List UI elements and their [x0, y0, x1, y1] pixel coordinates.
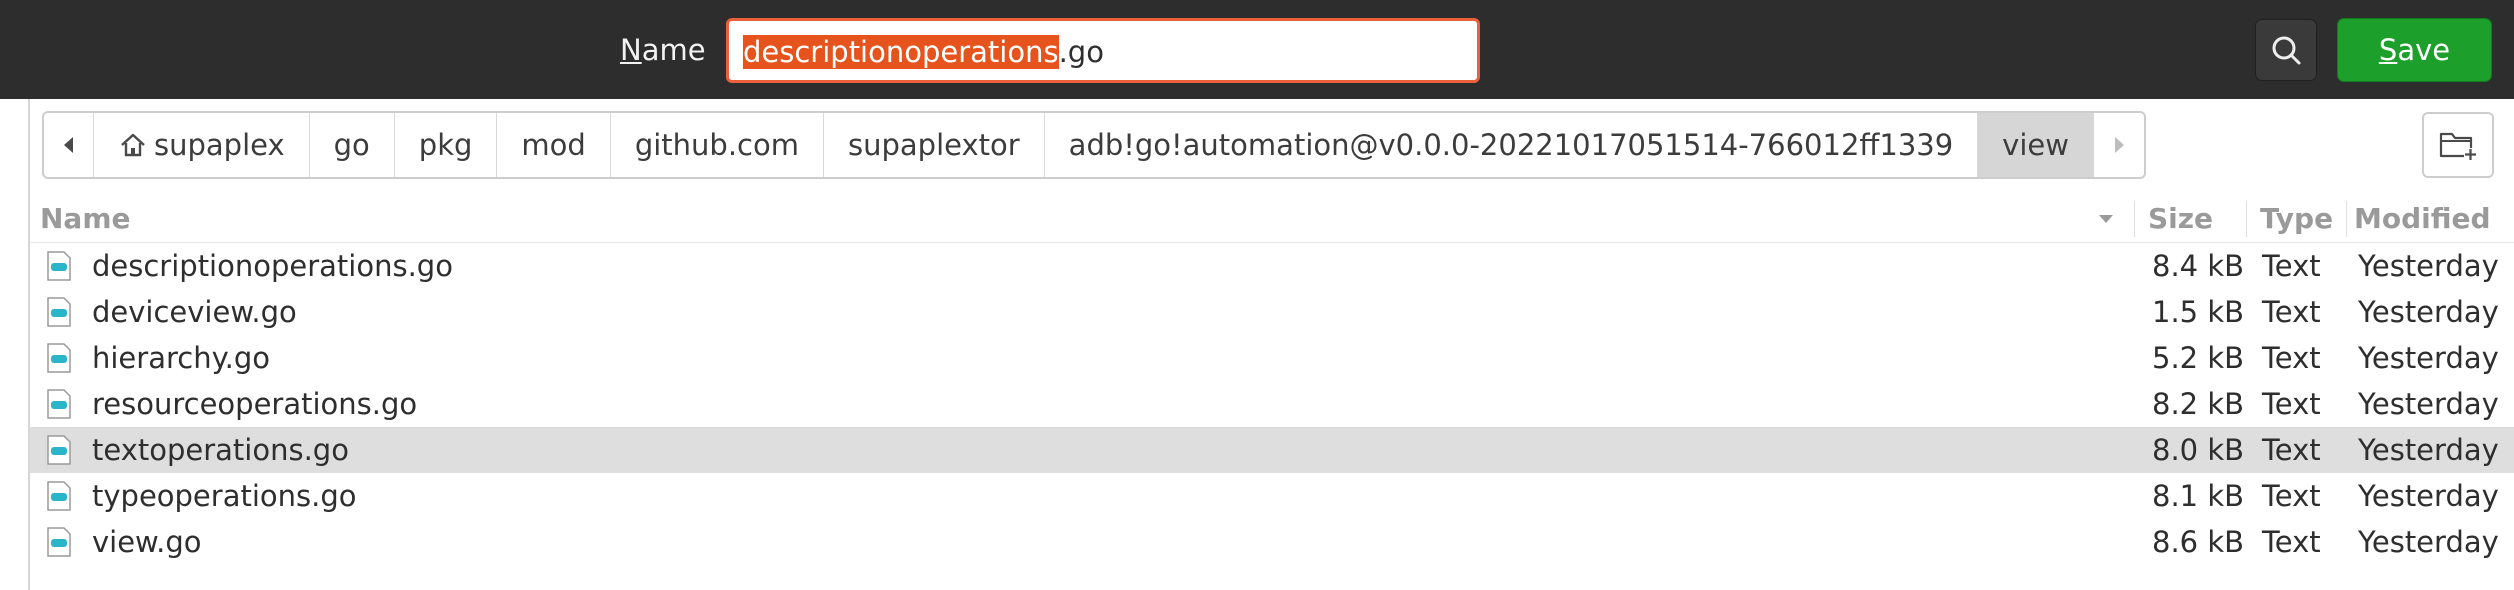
file-name: resourceoperations.go: [92, 387, 418, 421]
file-list-header: Name Size Type Modified: [30, 195, 2514, 243]
file-row[interactable]: resourceoperations.go 8.2 kB Text Yester…: [30, 381, 2514, 427]
file-row[interactable]: descriptionoperations.go 8.4 kB Text Yes…: [30, 243, 2514, 289]
file-type: Text: [2262, 295, 2321, 329]
file-name: descriptionoperations.go: [92, 249, 453, 283]
breadcrumb-item-current[interactable]: view: [1978, 113, 2094, 177]
file-type: Text: [2262, 433, 2321, 467]
chevron-left-icon: [63, 137, 73, 153]
column-header-name[interactable]: Name: [40, 195, 131, 243]
go-file-icon: [47, 343, 71, 373]
column-separator: [2246, 201, 2247, 237]
sort-descending-icon[interactable]: [2096, 211, 2116, 227]
go-file-icon: [47, 435, 71, 465]
filename-extension: .go: [1058, 35, 1104, 69]
go-file-icon: [47, 297, 71, 327]
go-file-icon: [47, 251, 71, 281]
breadcrumb-item[interactable]: github.com: [611, 113, 824, 177]
filename-input[interactable]: descriptionoperations.go: [726, 18, 1480, 83]
column-header-modified[interactable]: Modified: [2354, 195, 2491, 243]
file-size: 8.2 kB: [2152, 387, 2245, 421]
file-type: Text: [2262, 249, 2321, 283]
file-name: hierarchy.go: [92, 341, 270, 375]
save-mnemonic: S: [2378, 33, 2398, 67]
breadcrumb: supaplex go pkg mod github.com supaplext…: [42, 111, 2146, 179]
search-button[interactable]: [2255, 19, 2317, 81]
file-name: textoperations.go: [92, 433, 349, 467]
file-modified: Yesterday: [2358, 525, 2499, 559]
file-row[interactable]: hierarchy.go 5.2 kB Text Yesterday: [30, 335, 2514, 381]
file-modified: Yesterday: [2358, 433, 2499, 467]
home-icon: [121, 133, 145, 157]
name-label-mnemonic: N: [620, 33, 642, 67]
go-file-icon: [47, 389, 71, 419]
file-size: 1.5 kB: [2152, 295, 2245, 329]
go-file-icon: [47, 527, 71, 557]
file-row-selected[interactable]: textoperations.go 8.0 kB Text Yesterday: [30, 427, 2514, 473]
breadcrumb-item[interactable]: pkg: [395, 113, 498, 177]
file-row[interactable]: deviceview.go 1.5 kB Text Yesterday: [30, 289, 2514, 335]
breadcrumb-item[interactable]: adb!go!automation@v0.0.0-20221017051514-…: [1045, 113, 1979, 177]
column-separator: [2134, 201, 2135, 237]
filename-selection: descriptionoperations: [743, 35, 1059, 69]
breadcrumb-label: supaplex: [154, 128, 285, 162]
file-name: view.go: [92, 525, 202, 559]
file-name: deviceview.go: [92, 295, 297, 329]
file-size: 8.4 kB: [2152, 249, 2245, 283]
file-size: 5.2 kB: [2152, 341, 2245, 375]
file-type: Text: [2262, 387, 2321, 421]
chevron-right-icon: [2114, 137, 2124, 153]
file-modified: Yesterday: [2358, 249, 2499, 283]
file-size: 8.0 kB: [2152, 433, 2245, 467]
save-button[interactable]: Save: [2337, 18, 2492, 82]
file-row[interactable]: typeoperations.go 8.1 kB Text Yesterday: [30, 473, 2514, 519]
breadcrumb-item[interactable]: mod: [497, 113, 611, 177]
file-modified: Yesterday: [2358, 295, 2499, 329]
save-label-rest: ave: [2397, 33, 2451, 67]
search-icon: [2272, 36, 2301, 65]
file-size: 8.6 kB: [2152, 525, 2245, 559]
new-folder-button[interactable]: [2422, 112, 2494, 178]
column-header-size[interactable]: Size: [2148, 195, 2213, 243]
name-label-rest: ame: [641, 33, 706, 67]
breadcrumb-item[interactable]: supaplextor: [824, 113, 1045, 177]
file-type: Text: [2262, 479, 2321, 513]
header-bar: Name descriptionoperations.go Save: [0, 0, 2514, 99]
filename-text: descriptionoperations.go: [743, 33, 1104, 71]
file-modified: Yesterday: [2358, 387, 2499, 421]
file-browser: supaplex go pkg mod github.com supaplext…: [28, 99, 2514, 590]
name-label: Name: [620, 30, 706, 70]
breadcrumb-forward-button[interactable]: [2094, 113, 2144, 177]
file-type: Text: [2262, 525, 2321, 559]
column-header-type[interactable]: Type: [2260, 195, 2333, 243]
breadcrumb-item-home[interactable]: supaplex: [94, 113, 310, 177]
breadcrumb-back-button[interactable]: [44, 113, 94, 177]
breadcrumb-item[interactable]: go: [310, 113, 395, 177]
file-modified: Yesterday: [2358, 341, 2499, 375]
new-folder-icon: [2439, 132, 2477, 161]
file-row[interactable]: view.go 8.6 kB Text Yesterday: [30, 519, 2514, 565]
file-modified: Yesterday: [2358, 479, 2499, 513]
column-separator: [2346, 201, 2347, 237]
file-size: 8.1 kB: [2152, 479, 2245, 513]
file-type: Text: [2262, 341, 2321, 375]
file-name: typeoperations.go: [92, 479, 357, 513]
go-file-icon: [47, 481, 71, 511]
